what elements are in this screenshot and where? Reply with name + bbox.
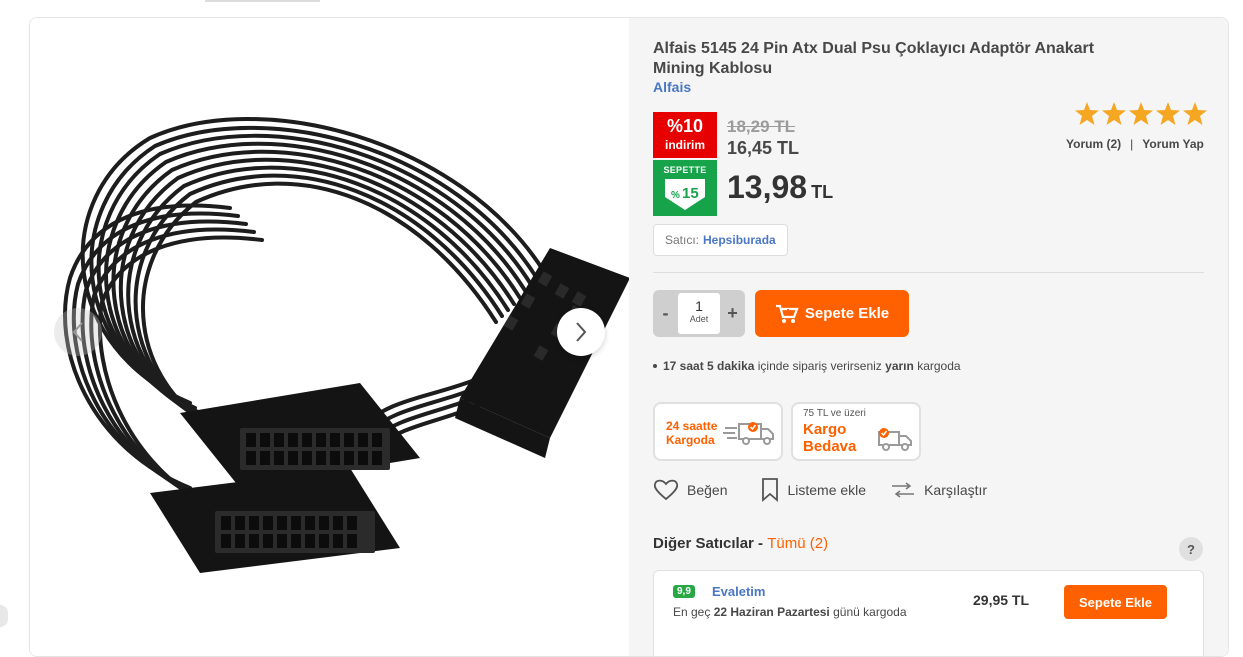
discounted-price: 16,45 TL	[727, 138, 800, 158]
product-actions: Beğen Listeme ekle Karşılaştır	[653, 478, 987, 502]
star-icon	[1183, 102, 1207, 125]
write-review-link[interactable]: Yorum Yap	[1142, 137, 1204, 151]
seller-delivery-eta: En geç 22 Haziran Pazartesi günü kargoda	[673, 605, 907, 619]
add-to-cart-label: Sepete Ekle	[804, 305, 890, 322]
star-icon	[1102, 102, 1126, 125]
bullet	[653, 364, 657, 368]
fast-shipping-badge: 24 saatte Kargoda	[653, 402, 783, 461]
delivery-note-text: 17 saat 5 dakika içinde sipariş verirsen…	[663, 359, 961, 373]
other-sellers-heading: Diğer Satıcılar -	[653, 535, 764, 552]
seller-score-badge: 9,9	[673, 585, 695, 598]
free-shipping-line1: Kargo	[803, 421, 847, 438]
like-label: Beğen	[687, 482, 728, 498]
divider	[653, 272, 1204, 273]
seller-add-to-cart-button[interactable]: Sepete Ekle	[1064, 585, 1167, 619]
bookmark-icon	[762, 478, 779, 502]
help-icon[interactable]: ?	[1179, 537, 1203, 561]
product-title: Alfais 5145 24 Pin Atx Dual Psu Çoklayıc…	[653, 40, 1095, 77]
seller-link[interactable]: Hepsiburada	[703, 233, 776, 247]
cart-icon	[775, 304, 799, 323]
seller-label: Satıcı:	[665, 233, 700, 247]
add-to-list-label: Listeme ekle	[787, 482, 867, 498]
eta-date: 22 Haziran Pazartesi	[713, 605, 830, 619]
delivery-note: 17 saat 5 dakika içinde sipariş verirsen…	[653, 359, 961, 373]
gallery-prev-button[interactable]	[54, 308, 102, 356]
quantity-unit: Adet	[689, 314, 709, 324]
delivery-tail: kargoda	[917, 359, 961, 373]
old-price: 18,29 TL	[727, 117, 796, 136]
product-image	[63, 117, 629, 573]
free-shipping-text: Kargo Bedava	[803, 421, 856, 455]
product-info-panel: Alfais 5145 24 Pin Atx Dual Psu Çoklayıc…	[629, 18, 1228, 656]
eta-suffix: günü kargoda	[833, 605, 907, 619]
discount-percent: %10	[666, 116, 704, 136]
final-price-currency: TL	[811, 182, 834, 202]
quantity-stepper: - 1 Adet +	[653, 290, 745, 337]
product-gallery	[30, 18, 629, 656]
final-price-value: 13,98	[727, 169, 808, 205]
cart-discount-shield-icon: % 15	[665, 179, 705, 210]
review-links: Yorum (2) | Yorum Yap	[1066, 137, 1204, 151]
free-shipping-line2: Bedava	[803, 438, 857, 455]
compare-button[interactable]: Karşılaştır	[890, 482, 987, 498]
quantity-input[interactable]: 1 Adet	[678, 293, 720, 334]
chevron-left-icon	[72, 322, 83, 342]
eta-prefix: En geç	[673, 605, 711, 619]
chevron-right-icon	[576, 322, 587, 342]
star-icon	[1075, 102, 1099, 125]
delivery-hours: 17 saat	[663, 359, 704, 373]
fast-shipping-line1: 24 saatte	[666, 419, 718, 433]
quantity-decrease-button[interactable]: -	[653, 290, 678, 337]
brand-link[interactable]: Alfais	[653, 79, 691, 95]
quantity-value: 1	[695, 298, 703, 314]
fast-shipping-text: 24 saatte Kargoda	[666, 419, 717, 447]
add-to-list-button[interactable]: Listeme ekle	[761, 478, 866, 502]
cart-discount-badge: SEPETTE % 15	[653, 160, 717, 216]
cart-discount-label: SEPETTE	[663, 165, 707, 175]
seller-name-link[interactable]: Evaletim	[712, 584, 765, 599]
seller-offer-row: 9,9 Evaletim En geç 22 Haziran Pazartesi…	[653, 570, 1204, 656]
compare-label: Karşılaştır	[924, 482, 988, 498]
delivery-minutes: 5 dakika	[707, 359, 755, 373]
compare-arrows-icon	[892, 482, 915, 498]
product-card: Alfais 5145 24 Pin Atx Dual Psu Çoklayıc…	[29, 17, 1229, 657]
final-price: 13,98 TL	[727, 169, 833, 206]
truck-icon	[878, 428, 912, 451]
edge-scroll-handle	[0, 605, 8, 627]
rating-stars	[1075, 102, 1207, 125]
free-shipping-badge: 75 TL ve üzeri Kargo Bedava	[791, 402, 921, 461]
like-button[interactable]: Beğen	[653, 479, 727, 501]
all-sellers-link[interactable]: Tümü (2)	[767, 535, 828, 552]
top-tab-underline	[205, 0, 320, 2]
star-icon	[1156, 102, 1180, 125]
add-to-cart-button[interactable]: Sepete Ekle	[755, 290, 909, 337]
free-shipping-threshold: 75 TL ve üzeri	[803, 408, 866, 419]
star-icon	[1129, 102, 1153, 125]
delivery-day: yarın	[885, 359, 914, 373]
seller-offer-price: 29,95 TL	[973, 592, 1030, 608]
fast-truck-icon	[723, 422, 774, 445]
fast-shipping-line2: Kargoda	[666, 433, 715, 447]
discount-badge: %10 indirim	[653, 112, 717, 158]
review-separator: |	[1130, 137, 1134, 151]
delivery-mid: içinde sipariş verirseniz	[757, 359, 882, 373]
cart-discount-symbol: %	[671, 190, 680, 201]
cart-discount-percent: 15	[682, 185, 699, 202]
reviews-link[interactable]: Yorum (2)	[1066, 137, 1121, 151]
quantity-increase-button[interactable]: +	[720, 290, 745, 337]
seller-info: Satıcı: Hepsiburada	[653, 224, 788, 256]
heart-icon	[653, 479, 679, 501]
discount-label: indirim	[664, 138, 705, 152]
gallery-next-button[interactable]	[557, 308, 605, 356]
other-sellers-title: Diğer Satıcılar - Tümü (2)	[653, 535, 828, 552]
